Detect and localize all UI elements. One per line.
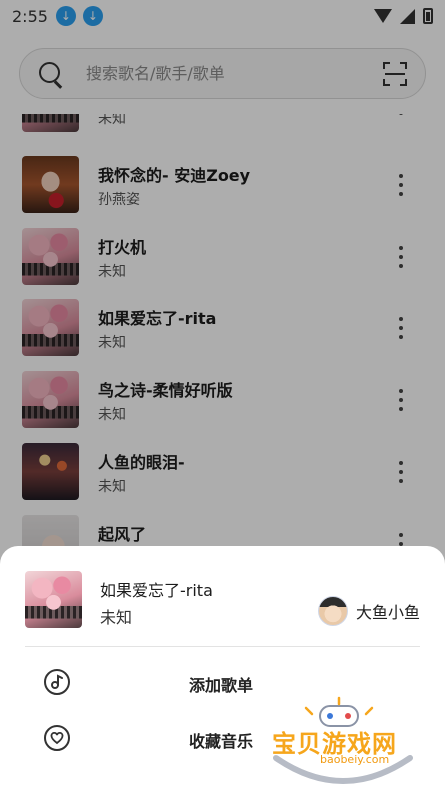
add-to-playlist-label: 添加歌单: [189, 676, 254, 695]
sheet-song-artist: 未知: [100, 608, 133, 627]
avatar[interactable]: [317, 596, 348, 626]
favorite-music-label: 收藏音乐: [189, 732, 254, 751]
sheet-song-title: 如果爱忘了-rita: [100, 581, 213, 600]
heart-icon: [44, 725, 70, 751]
sheet-song-cover: [25, 571, 82, 628]
owner-info[interactable]: 大鱼小鱼: [317, 596, 420, 626]
music-note-icon: [44, 669, 70, 695]
divider: [25, 646, 420, 647]
owner-name: 大鱼小鱼: [355, 603, 420, 622]
watermark-url: baobeiy.com: [320, 753, 390, 766]
